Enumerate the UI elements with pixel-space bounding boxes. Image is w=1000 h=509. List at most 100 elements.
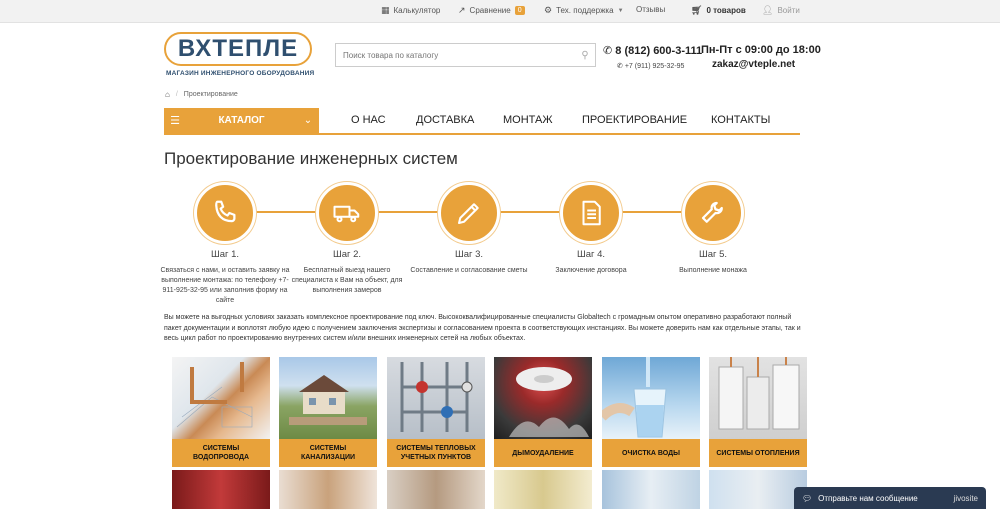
nav-installation[interactable]: МОНТАЖ bbox=[503, 114, 553, 126]
category-image bbox=[709, 357, 807, 439]
calculator-label: Калькулятор bbox=[393, 6, 441, 15]
smoke-detector-icon bbox=[509, 367, 589, 437]
category-water-treatment[interactable]: ОЧИСТКА ВОДЫ bbox=[602, 357, 700, 467]
category-label: ДЫМОУДАЛЕНИЕ bbox=[494, 439, 592, 467]
calculator-link[interactable]: ▦ Калькулятор bbox=[381, 5, 440, 16]
step-3-circle bbox=[438, 182, 500, 244]
chevron-down-icon: ▼ bbox=[617, 7, 624, 14]
category-tile-row2-3[interactable] bbox=[387, 470, 485, 509]
reviews-link[interactable]: Отзывы bbox=[636, 5, 665, 14]
menu-icon: ☰ bbox=[170, 115, 180, 127]
category-tile-row2-1[interactable] bbox=[172, 470, 270, 509]
home-icon[interactable]: ⌂ bbox=[165, 90, 170, 99]
category-tile-row2-6[interactable] bbox=[709, 470, 807, 509]
step-2: Шаг 2. Бесплатный выезд нашего специалис… bbox=[282, 182, 412, 296]
step-2-circle bbox=[316, 182, 378, 244]
wrench-icon bbox=[701, 201, 723, 223]
breadcrumb: ⌂ / Проектирование bbox=[165, 90, 238, 99]
boiler-icon bbox=[718, 357, 800, 430]
pencil-icon bbox=[458, 203, 479, 224]
phone-small-icon: ✆ bbox=[617, 63, 623, 70]
chat-bubble-icon: 💬︎ bbox=[802, 493, 813, 503]
nav-contacts[interactable]: КОНТАКТЫ bbox=[711, 114, 770, 126]
description-paragraph: Вы можете на выгодных условиях заказать … bbox=[164, 314, 801, 342]
step-3-title: Шаг 3. bbox=[454, 249, 484, 260]
category-image bbox=[387, 357, 485, 439]
top-bar: ▦ Калькулятор ↗ Сравнение 0 ⚙ Тех. подде… bbox=[0, 0, 1000, 23]
phone-sub-text: +7 (911) 925-32-95 bbox=[624, 63, 685, 70]
step-4: Шаг 4. Заключение договора bbox=[526, 182, 656, 276]
step-2-desc: Бесплатный выезд нашего специалиста к Ва… bbox=[291, 267, 403, 294]
login-label: Войти bbox=[777, 6, 800, 15]
category-label: СИСТЕМЫ ТЕПЛОВЫХ УЧЕТНЫХ ПУНКТОВ bbox=[387, 439, 485, 467]
support-label: Тех. поддержка bbox=[556, 6, 614, 15]
nav-delivery[interactable]: ДОСТАВКА bbox=[416, 114, 474, 126]
cart-link[interactable]: 🛒︎ 0 товаров bbox=[691, 5, 746, 16]
step-5-title: Шаг 5. bbox=[698, 249, 728, 260]
chevron-down-icon: ⌄ bbox=[303, 115, 313, 126]
step-4-circle bbox=[560, 182, 622, 244]
step-3-desc: Составление и согласование сметы bbox=[410, 267, 528, 274]
nav-about[interactable]: О НАС bbox=[351, 114, 386, 126]
category-smoke-removal[interactable]: ДЫМОУДАЛЕНИЕ bbox=[494, 357, 592, 467]
catalog-label: КАТАЛОГ bbox=[218, 115, 265, 126]
category-tile-row2-4[interactable] bbox=[494, 470, 592, 509]
category-image bbox=[494, 357, 592, 439]
compare-count-badge: 0 bbox=[514, 6, 525, 15]
category-image bbox=[279, 357, 377, 439]
phone-secondary[interactable]: ✆ +7 (911) 925-32-95 bbox=[617, 62, 684, 70]
chat-brand: jivosite bbox=[953, 493, 978, 503]
category-label: СИСТЕМЫ КАНАЛИЗАЦИИ bbox=[279, 439, 377, 467]
phone-main-text: 8 (812) 600-3-111 bbox=[615, 45, 703, 57]
catalog-button[interactable]: ☰ КАТАЛОГ ⌄ bbox=[164, 108, 319, 133]
chat-widget[interactable]: 💬︎ Отправьте нам сообщение jivosite bbox=[794, 487, 986, 509]
compare-link[interactable]: ↗ Сравнение 0 bbox=[458, 5, 525, 16]
water-glass-icon bbox=[602, 357, 667, 438]
category-label: СИСТЕМЫ ВОДОПРОВОДА bbox=[172, 439, 270, 467]
step-4-desc: Заключение договора bbox=[555, 267, 627, 274]
heating-unit-icon bbox=[400, 362, 473, 432]
category-heat-metering[interactable]: СИСТЕМЫ ТЕПЛОВЫХ УЧЕТНЫХ ПУНКТОВ bbox=[387, 357, 485, 467]
category-tile-row2-5[interactable] bbox=[602, 470, 700, 509]
step-3: Шаг 3. Составление и согласование сметы bbox=[404, 182, 534, 276]
compare-label: Сравнение bbox=[469, 6, 511, 15]
page-title: Проектирование инженерных систем bbox=[164, 149, 458, 168]
breadcrumb-current: Проектирование bbox=[183, 91, 238, 98]
chart-icon: ↗ bbox=[458, 5, 466, 15]
main-nav: ☰ КАТАЛОГ ⌄ О НАС ДОСТАВКА МОНТАЖ ПРОЕКТ… bbox=[164, 108, 800, 135]
email-link[interactable]: zakaz@vteple.net bbox=[712, 59, 795, 70]
phone-icon: ✆ bbox=[603, 45, 613, 57]
breadcrumb-separator: / bbox=[175, 91, 178, 98]
site-logo[interactable]: ВХТЕПЛЕ МАГАЗИН ИНЖЕНЕРНОГО ОБОРУДОВАНИЯ bbox=[164, 32, 314, 82]
step-5: Шаг 5. Выполнение монажа bbox=[648, 182, 778, 276]
category-image bbox=[602, 357, 700, 439]
category-heating[interactable]: СИСТЕМЫ ОТОПЛЕНИЯ bbox=[709, 357, 807, 467]
support-dropdown[interactable]: ⚙ Тех. поддержка ▼ bbox=[544, 5, 624, 16]
category-sewerage[interactable]: СИСТЕМЫ КАНАЛИЗАЦИИ bbox=[279, 357, 377, 467]
search-input[interactable] bbox=[336, 44, 575, 66]
house-icon bbox=[289, 375, 367, 425]
nav-design[interactable]: ПРОЕКТИРОВАНИЕ bbox=[582, 114, 687, 126]
step-1-title: Шаг 1. bbox=[210, 249, 240, 260]
category-label: ОЧИСТКА ВОДЫ bbox=[602, 439, 700, 467]
step-1-desc: Связаться с нами, и оставить заявку на в… bbox=[160, 267, 290, 304]
step-4-title: Шаг 4. bbox=[576, 249, 606, 260]
gear-icon: ⚙ bbox=[544, 5, 553, 15]
chat-label: Отправьте нам сообщение bbox=[818, 493, 918, 503]
step-5-circle bbox=[682, 182, 744, 244]
category-image bbox=[172, 357, 270, 439]
truck-icon bbox=[333, 205, 360, 223]
category-water-supply[interactable]: СИСТЕМЫ ВОДОПРОВОДА bbox=[172, 357, 270, 467]
search-icon[interactable]: ⚲ bbox=[575, 50, 595, 61]
step-1: Шаг 1. Связаться с нами, и оставить заяв… bbox=[160, 182, 290, 306]
step-2-title: Шаг 2. bbox=[332, 249, 362, 260]
cart-icon: 🛒︎ bbox=[691, 5, 703, 15]
login-link[interactable]: 👤︎ Войти bbox=[762, 5, 800, 16]
step-5-desc: Выполнение монажа bbox=[679, 267, 747, 274]
category-tile-row2-2[interactable] bbox=[279, 470, 377, 509]
logo-subtitle: МАГАЗИН ИНЖЕНЕРНОГО ОБОРУДОВАНИЯ bbox=[166, 70, 315, 77]
document-icon bbox=[582, 200, 601, 226]
working-hours: Пн-Пт с 09:00 до 18:00 bbox=[701, 44, 821, 56]
phone-main[interactable]: ✆ 8 (812) 600-3-111 bbox=[603, 44, 702, 57]
category-label: СИСТЕМЫ ОТОПЛЕНИЯ bbox=[709, 439, 807, 467]
